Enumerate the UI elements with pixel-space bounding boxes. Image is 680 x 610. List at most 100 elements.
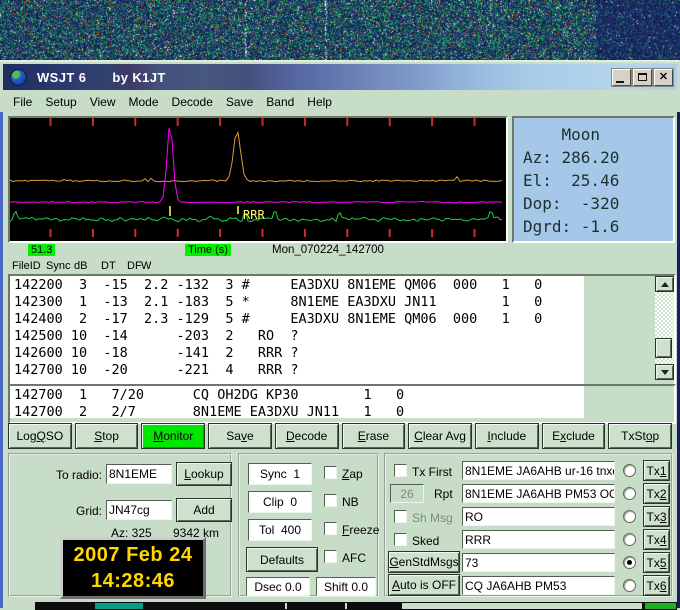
tx6-button[interactable]: Tx6 (643, 575, 670, 596)
plot-status-row: 51.3 Time (s) Mon_070224_142700 (0, 244, 680, 259)
time-axis-chip: Time (s) (185, 244, 231, 256)
grid-input[interactable]: JN47cg (106, 500, 172, 520)
menu-band[interactable]: Band (266, 95, 294, 109)
station-group: To radio: 8N1EME Lookup Grid: JN47cg Add… (8, 453, 232, 597)
clip-control[interactable]: Clip 0 (248, 491, 312, 513)
freeze-checkbox[interactable] (324, 522, 337, 535)
rpt-label: Rpt (434, 487, 453, 501)
tx1-radio[interactable] (623, 464, 636, 477)
gen-std-msgs-button[interactable]: GenStdMsgs (388, 551, 460, 573)
average-text-area[interactable]: 142700 1 7/20 CQ OH2DG KP30 1 0 142700 2… (8, 384, 676, 424)
tx3-button[interactable]: Tx3 (643, 506, 670, 527)
col-w: W (141, 260, 151, 272)
strip-teal-segment (95, 603, 143, 609)
scroll-track[interactable] (655, 292, 674, 364)
auto-toggle-button[interactable]: Auto is OFF (388, 574, 460, 596)
sync-control[interactable]: Sync 1 (248, 463, 312, 485)
tx-message-2[interactable]: 8N1EME JA6AHB PM53 OOO (462, 484, 615, 503)
tx2-button[interactable]: Tx2 (643, 483, 670, 504)
menu-view[interactable]: View (90, 95, 116, 109)
sh-msg-checkbox[interactable] (394, 510, 407, 523)
clear-avg-button[interactable]: Clear Avg (408, 423, 472, 449)
include-button[interactable]: Include (475, 423, 539, 449)
tx4-button[interactable]: Tx4 (643, 529, 670, 550)
decode-scrollbar[interactable] (655, 276, 674, 380)
zap-checkbox[interactable] (324, 466, 337, 479)
tx-message-1[interactable]: 8N1EME JA6AHB ur-16 tnxqso (462, 461, 615, 480)
save-button[interactable]: Save (208, 423, 272, 449)
menu-setup[interactable]: Setup (45, 95, 76, 109)
decode-column-headers: FileID Sync dB DT DF W (0, 260, 680, 273)
monitor-button[interactable]: Monitor (141, 423, 205, 449)
exclude-button[interactable]: Exclude (542, 423, 606, 449)
tx-group: Tx First 8N1EME JA6AHB ur-16 tnxqso Tx1 … (384, 453, 673, 597)
tx-first-checkbox[interactable] (394, 464, 407, 477)
shift-control[interactable]: Shift 0.0 (316, 577, 376, 596)
freeze-label: Freeze (342, 523, 379, 537)
erase-button[interactable]: Erase (342, 423, 406, 449)
strip-divider (285, 603, 287, 609)
decoded-text-area[interactable]: 142200 3 -15 2.2 -132 3 # EA3DXU 8N1EME … (8, 274, 676, 386)
decode-line: 142300 1 -13 2.1 -183 5 * 8N1EME EA3DXU … (14, 294, 542, 310)
minimize-button[interactable] (612, 69, 631, 86)
tx5-radio[interactable] (623, 556, 636, 569)
afc-label: AFC (342, 551, 366, 565)
col-dt: DT (101, 260, 116, 272)
current-file-label: Mon_070224_142700 (272, 244, 384, 256)
scroll-up-button[interactable] (655, 276, 674, 292)
menu-mode[interactable]: Mode (129, 95, 159, 109)
clock-time: 14:28:46 (91, 568, 175, 594)
txstop-button[interactable]: TxStop (608, 423, 672, 449)
stop-button[interactable]: Stop (75, 423, 139, 449)
arrow-up-icon (661, 282, 669, 287)
defaults-button[interactable]: Defaults (246, 547, 318, 572)
menu-file[interactable]: File (13, 95, 32, 109)
sked-checkbox[interactable] (394, 533, 407, 546)
window-title-author: by K1JT (112, 70, 165, 85)
scroll-thumb[interactable] (655, 338, 672, 358)
decode-line: 142500 10 -14 -203 2 RO ? (14, 328, 298, 344)
signal-plot[interactable]: RRR (8, 116, 508, 243)
maximize-button[interactable] (633, 69, 652, 86)
menu-decode[interactable]: Decode (172, 95, 213, 109)
moon-info-panel: Moon Az: 286.20 El: 25.46 Dop: -320 Dgrd… (512, 116, 675, 243)
tx4-radio[interactable] (623, 533, 636, 546)
tx6-radio[interactable] (623, 579, 636, 592)
tx-message-5[interactable]: 73 (462, 553, 615, 572)
close-button[interactable]: ✕ (654, 69, 673, 86)
to-radio-label: To radio: (40, 468, 102, 482)
scroll-down-button[interactable] (655, 364, 674, 380)
close-icon: ✕ (659, 72, 668, 83)
log-qso-button[interactable]: Log QSO (8, 423, 72, 449)
tx5-button[interactable]: Tx5 (643, 552, 670, 573)
tx-message-3[interactable]: RO (462, 507, 615, 526)
strip-pale-segment (402, 603, 642, 609)
menu-help[interactable]: Help (307, 95, 332, 109)
add-button[interactable]: Add (176, 498, 232, 522)
afc-checkbox[interactable] (324, 550, 337, 563)
dsec-control[interactable]: Dsec 0.0 (246, 577, 310, 596)
clock-date: 2007 Feb 24 (74, 542, 193, 568)
menu-save[interactable]: Save (226, 95, 253, 109)
tx-message-6[interactable]: CQ JA6AHB PM53 (462, 576, 615, 595)
minimize-icon (616, 81, 624, 83)
tx2-radio[interactable] (623, 487, 636, 500)
tx1-button[interactable]: Tx1 (643, 460, 670, 481)
nb-checkbox[interactable] (324, 494, 337, 507)
arrow-down-icon (661, 370, 669, 375)
sked-label: Sked (412, 534, 439, 548)
main-toolbar: Log QSO Stop Monitor Save Decode Erase C… (8, 423, 672, 449)
tx3-radio[interactable] (623, 510, 636, 523)
decode-line: 142700 10 -20 -221 4 RRR ? (14, 362, 298, 378)
to-radio-input[interactable]: 8N1EME (106, 464, 172, 484)
titlebar[interactable]: WSJT 6 by K1JT ✕ (3, 64, 677, 90)
tx-message-4[interactable]: RRR (462, 530, 615, 549)
lookup-button[interactable]: Lookup (176, 462, 232, 486)
col-df: DF (127, 260, 142, 272)
wsjt-globe-icon (10, 69, 27, 86)
avg-line: 142700 2 2/7 8N1EME EA3DXU JN11 1 0 (14, 404, 404, 420)
zap-label: Zap (342, 467, 363, 481)
tol-control[interactable]: Tol 400 (248, 519, 312, 541)
decode-button[interactable]: Decode (275, 423, 339, 449)
strip-green-segment (645, 603, 676, 609)
